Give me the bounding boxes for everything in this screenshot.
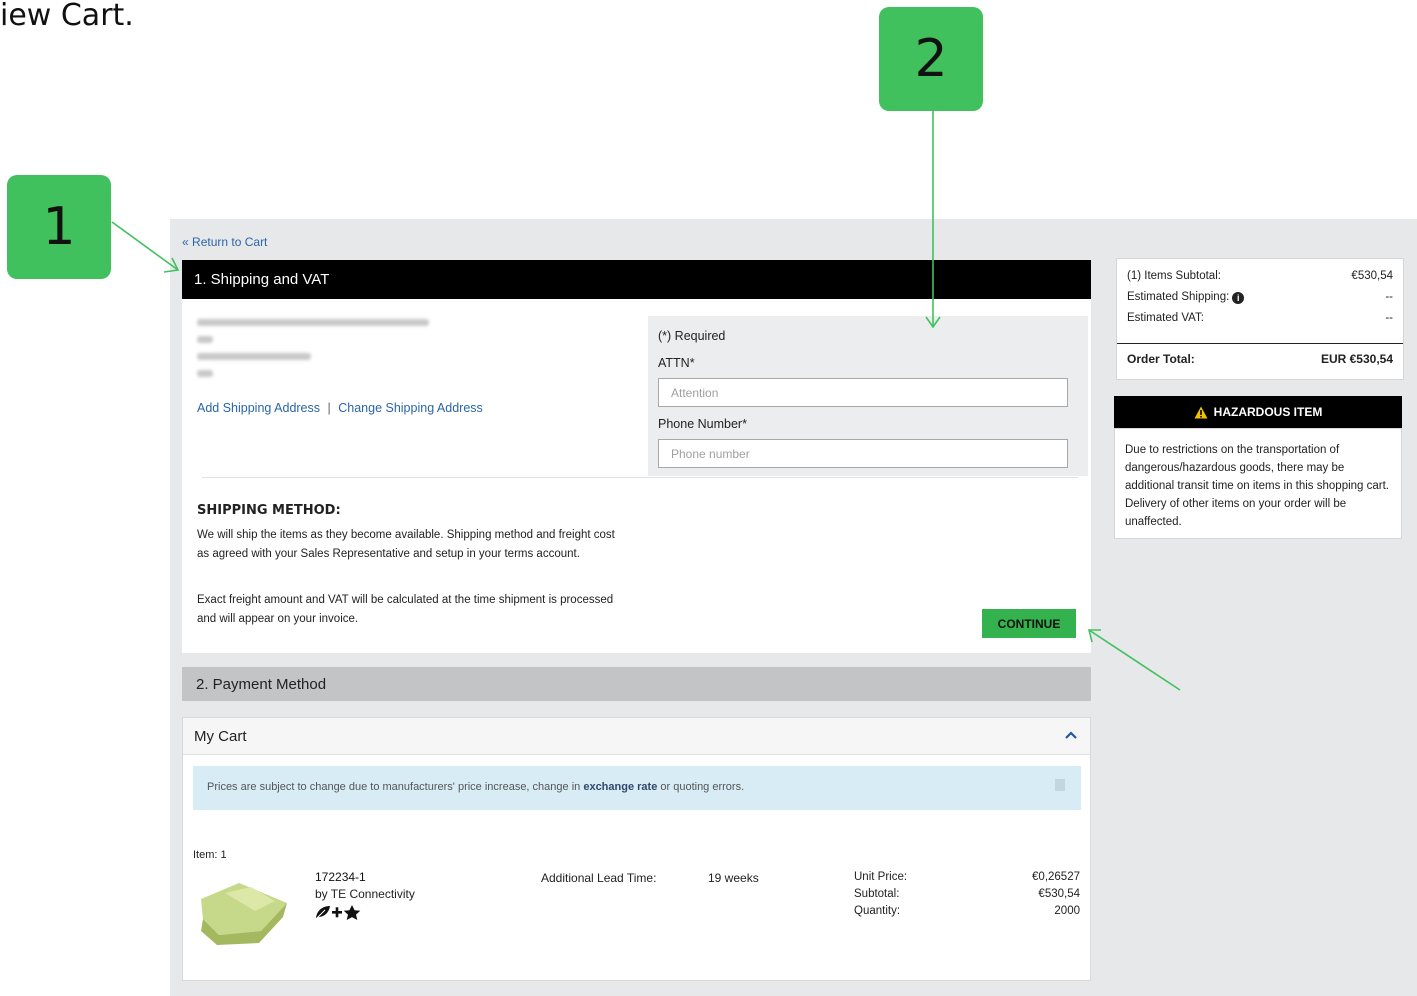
callout-1: 1 bbox=[7, 175, 111, 279]
star-icon bbox=[343, 905, 361, 920]
order-summary: (1) Items Subtotal: €530,54 Estimated Sh… bbox=[1116, 258, 1404, 380]
my-cart-title: My Cart bbox=[194, 728, 247, 745]
estimated-shipping-row: Estimated Shipping: i -- bbox=[1127, 291, 1393, 304]
freight-vat-text: Exact freight amount and VAT will be cal… bbox=[197, 594, 614, 625]
arrow-1-line bbox=[111, 221, 179, 271]
required-note: (*) Required bbox=[658, 329, 726, 343]
shipping-vat-header: 1. Shipping and VAT bbox=[182, 260, 1091, 299]
estimated-vat-row: Estimated VAT: -- bbox=[1127, 312, 1393, 324]
my-cart-panel: My Cart Prices are subject to change due… bbox=[182, 717, 1091, 981]
shipping-method-title: SHIPPING METHOD: bbox=[197, 503, 341, 518]
lead-time-label: Additional Lead Time: bbox=[541, 871, 657, 885]
checkout-page: « Return to Cart 1. Shipping and VAT Add… bbox=[170, 219, 1417, 996]
payment-method-header[interactable]: 2. Payment Method bbox=[182, 667, 1091, 701]
product-badges bbox=[315, 905, 361, 920]
plus-icon bbox=[332, 907, 342, 918]
lead-time-value: 19 weeks bbox=[708, 871, 759, 885]
summary-divider bbox=[1117, 343, 1403, 344]
info-icon[interactable]: i bbox=[1232, 292, 1245, 304]
phone-input[interactable] bbox=[658, 439, 1068, 468]
hazardous-item-text: Due to restrictions on the transportatio… bbox=[1114, 428, 1402, 539]
quantity-label: Quantity: bbox=[854, 905, 901, 917]
shipping-method-text: We will ship the items as they become av… bbox=[197, 529, 615, 560]
phone-label: Phone Number* bbox=[658, 417, 747, 431]
estimated-shipping-label: Estimated Shipping: bbox=[1127, 291, 1230, 303]
add-shipping-address-link[interactable]: Add Shipping Address bbox=[197, 401, 320, 415]
page-caption: iew Cart. bbox=[0, 0, 134, 33]
link-separator: | bbox=[327, 401, 331, 415]
attn-label: ATTN* bbox=[658, 356, 695, 370]
callout-2: 2 bbox=[879, 7, 983, 111]
unit-price-value: €0,26527 bbox=[1032, 871, 1080, 883]
order-total-row: Order Total: EUR €530,54 bbox=[1127, 352, 1393, 366]
hazardous-item-title: HAZARDOUS ITEM bbox=[1213, 405, 1323, 419]
change-shipping-address-link[interactable]: Change Shipping Address bbox=[338, 401, 483, 415]
double-chevron-left-icon: « bbox=[182, 235, 189, 249]
exchange-rate-link[interactable]: exchange rate bbox=[583, 781, 657, 793]
part-number-link[interactable]: 172234-1 bbox=[315, 870, 366, 884]
subtotal-value: €530,54 bbox=[1038, 888, 1080, 900]
items-subtotal-value: €530,54 bbox=[1351, 270, 1393, 282]
return-to-cart-link[interactable]: « Return to Cart bbox=[182, 235, 267, 249]
subtotal-label: Subtotal: bbox=[854, 888, 900, 900]
my-cart-header[interactable]: My Cart bbox=[183, 718, 1090, 755]
items-subtotal-row: (1) Items Subtotal: €530,54 bbox=[1127, 270, 1393, 282]
estimated-vat-label: Estimated VAT: bbox=[1127, 312, 1204, 324]
chevron-up-icon[interactable] bbox=[1064, 730, 1078, 740]
order-total-value: EUR €530,54 bbox=[1320, 352, 1393, 366]
product-thumbnail[interactable] bbox=[195, 873, 291, 949]
unit-price-label: Unit Price: bbox=[854, 871, 908, 883]
item-number: Item: 1 bbox=[193, 849, 227, 861]
items-subtotal-label: (1) Items Subtotal: bbox=[1127, 270, 1221, 282]
section-divider bbox=[202, 477, 1078, 478]
continue-button[interactable]: CONTINUE bbox=[982, 609, 1076, 638]
return-to-cart-label: Return to Cart bbox=[192, 235, 268, 249]
price-change-notice: Prices are subject to change due to manu… bbox=[193, 766, 1081, 810]
manufacturer-name: by TE Connectivity bbox=[315, 887, 415, 901]
estimated-shipping-value: -- bbox=[1385, 291, 1393, 303]
leaf-icon bbox=[315, 906, 330, 920]
attn-input[interactable] bbox=[658, 378, 1068, 407]
order-total-label: Order Total: bbox=[1127, 352, 1195, 366]
contact-form: (*) Required ATTN* Phone Number* bbox=[648, 316, 1088, 476]
hazardous-item-header: HAZARDOUS ITEM bbox=[1114, 396, 1402, 428]
quantity-value: 2000 bbox=[1054, 905, 1080, 917]
shipping-panel: Add Shipping Address | Change Shipping A… bbox=[182, 299, 1091, 653]
address-links: Add Shipping Address | Change Shipping A… bbox=[197, 401, 483, 415]
notice-text-end: or quoting errors. bbox=[660, 781, 745, 793]
notice-text-start: Prices are subject to change due to manu… bbox=[207, 781, 581, 793]
estimated-vat-value: -- bbox=[1385, 312, 1393, 324]
notice-close-icon[interactable] bbox=[1055, 779, 1065, 791]
warning-icon bbox=[1194, 406, 1208, 418]
